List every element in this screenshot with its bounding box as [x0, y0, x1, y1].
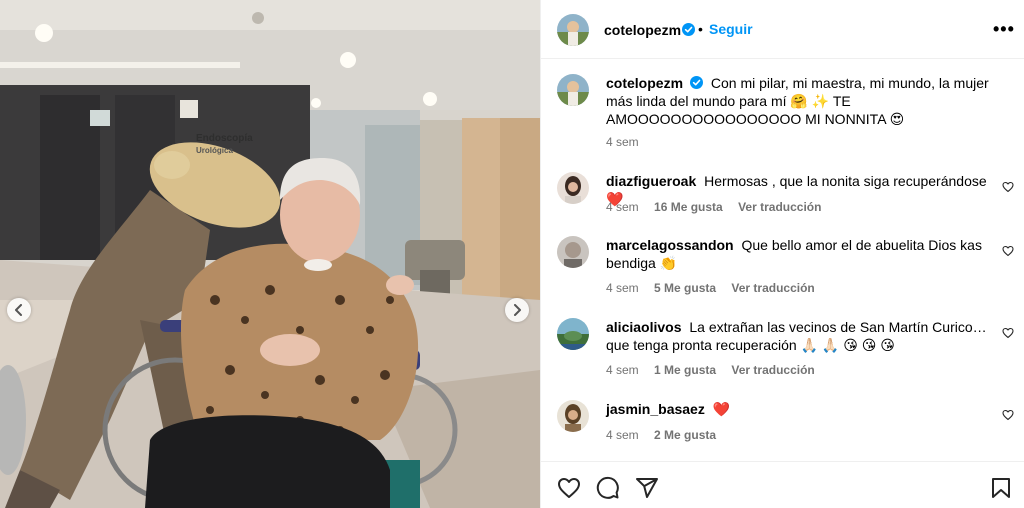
comment-likes[interactable]: 16 Me gusta [654, 200, 723, 214]
comment-username[interactable]: jasmin_basaez [606, 401, 705, 417]
carousel-prev-button[interactable] [7, 298, 31, 322]
see-translation-link[interactable]: Ver traducción [731, 281, 814, 295]
carousel-next-button[interactable] [505, 298, 529, 322]
comment-text: ❤️ [712, 401, 731, 417]
verified-badge-icon [682, 23, 695, 36]
comment-item: diazfigueroak Hermosas , que la nonita s… [557, 172, 1014, 222]
comment-body: marcelagossandon Que bello amor el de ab… [606, 236, 996, 272]
comment-item: aliciaolivos La extrañan las vecinos de … [557, 318, 1014, 378]
caption-username[interactable]: cotelopezm [606, 75, 683, 91]
comment-body: jasmin_basaez ❤️ [606, 400, 996, 418]
comment-time[interactable]: 4 sem [606, 428, 639, 442]
heart-icon[interactable] [1002, 181, 1014, 193]
post-action-bar [541, 461, 1024, 508]
comment-avatar[interactable] [557, 236, 589, 268]
bookmark-icon[interactable] [989, 476, 1013, 500]
caption-avatar[interactable] [557, 74, 589, 106]
comment-likes[interactable]: 5 Me gusta [654, 281, 716, 295]
comment-username[interactable]: marcelagossandon [606, 237, 734, 253]
comment-meta: 4 sem 5 Me gusta Ver traducción [606, 281, 827, 295]
comment-likes[interactable]: 2 Me gusta [654, 428, 716, 442]
comment-meta: 4 sem 16 Me gusta Ver traducción [606, 200, 833, 214]
author-avatar[interactable] [557, 14, 589, 46]
comment-avatar[interactable] [557, 172, 589, 204]
comment-body: aliciaolivos La extrañan las vecinos de … [606, 318, 996, 354]
post-header: cotelopezm • Seguir ••• [541, 0, 1024, 59]
caption-body: cotelopezm Con mi pilar, mi maestra, mi … [606, 74, 996, 128]
chevron-right-icon [514, 304, 521, 316]
chevron-left-icon [15, 304, 22, 316]
comment-meta: 4 sem 1 Me gusta Ver traducción [606, 363, 827, 377]
comment-meta: 4 sem 2 Me gusta [606, 428, 728, 442]
see-translation-link[interactable]: Ver traducción [738, 200, 821, 214]
photo-sign-line-2: Urológica [196, 146, 233, 155]
comment-item: jasmin_basaez ❤️ 4 sem 2 Me gusta [557, 400, 1014, 450]
comment-time[interactable]: 4 sem [606, 281, 639, 295]
comment-likes[interactable]: 1 Me gusta [654, 363, 716, 377]
heart-icon[interactable] [1002, 327, 1014, 339]
photo-scene [0, 0, 540, 508]
comment-username[interactable]: diazfigueroak [606, 173, 696, 189]
header-separator: • [698, 21, 703, 37]
verified-badge-icon [690, 76, 704, 89]
share-icon[interactable] [635, 476, 659, 500]
more-options-button[interactable]: ••• [993, 19, 1015, 40]
caption-time[interactable]: 4 sem [606, 135, 639, 149]
see-translation-link[interactable]: Ver traducción [731, 363, 814, 377]
post-caption: cotelopezm Con mi pilar, mi maestra, mi … [557, 74, 1007, 154]
comment-avatar[interactable] [557, 400, 589, 432]
post-photo[interactable]: Endoscopía Urológica [0, 0, 540, 508]
author-username[interactable]: cotelopezm [604, 22, 681, 38]
heart-icon[interactable] [1002, 409, 1014, 421]
comment-avatar[interactable] [557, 318, 589, 350]
comment-time[interactable]: 4 sem [606, 200, 639, 214]
comment-time[interactable]: 4 sem [606, 363, 639, 377]
heart-icon[interactable] [1002, 245, 1014, 257]
post-side-panel: cotelopezm • Seguir ••• cotelopezm Con m… [540, 0, 1024, 508]
comment-icon[interactable] [596, 476, 620, 500]
photo-sign-line-1: Endoscopía [196, 133, 253, 144]
caption-meta: 4 sem [606, 135, 651, 149]
follow-button[interactable]: Seguir [709, 21, 753, 37]
comment-item: marcelagossandon Que bello amor el de ab… [557, 236, 1014, 296]
photo-sign: Endoscopía Urológica [196, 133, 253, 157]
heart-icon[interactable] [557, 476, 581, 500]
comment-username[interactable]: aliciaolivos [606, 319, 681, 335]
